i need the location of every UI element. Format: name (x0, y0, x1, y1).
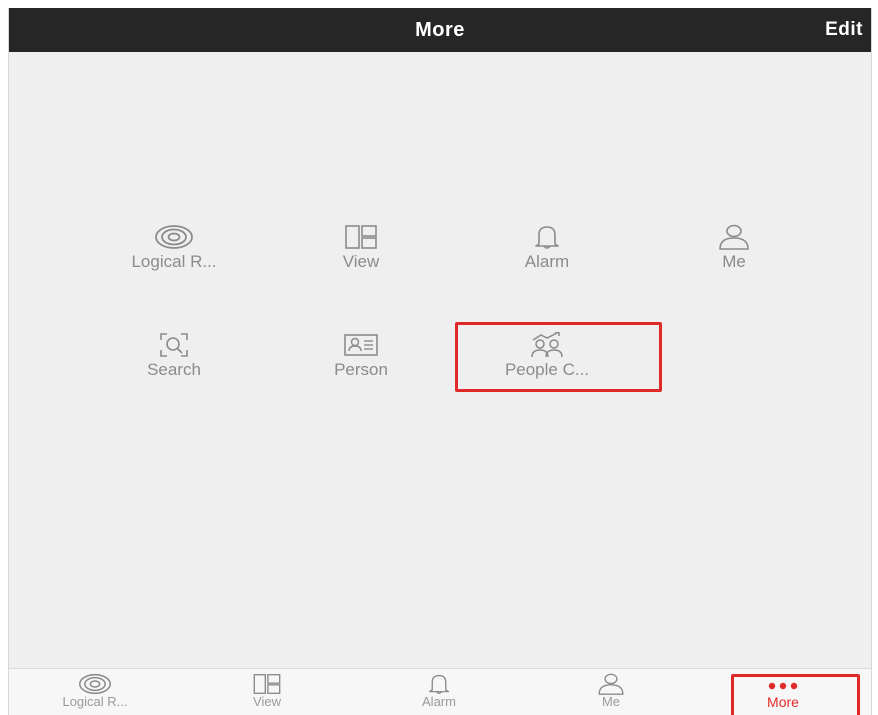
tab-label: Alarm (422, 694, 456, 709)
page-title: More (415, 19, 465, 41)
tab-logical-resources[interactable]: Logical R... (9, 669, 181, 715)
bell-icon (535, 226, 559, 249)
grid-item-label: Search (147, 360, 201, 379)
highlight-box-more-tab (731, 674, 860, 715)
target-icon (79, 673, 111, 695)
grid-item-person[interactable]: Person (271, 332, 451, 402)
grid-item-label: Me (722, 252, 746, 271)
person-icon (598, 673, 624, 695)
tab-label: View (253, 694, 281, 709)
tab-label: Me (601, 694, 621, 709)
grid-item-alarm[interactable]: Alarm (457, 224, 637, 294)
grid-item-me[interactable]: Me (644, 224, 824, 294)
face-scan-icon (160, 333, 188, 357)
bell-icon (429, 674, 449, 694)
grid-item-label: View (342, 252, 380, 271)
grid-item-label: Logical R... (131, 252, 217, 271)
tab-alarm[interactable]: Alarm (353, 669, 525, 715)
id-card-icon (344, 334, 378, 356)
grid-item-logical-resources[interactable]: Logical R... (84, 224, 264, 294)
grid-item-label: Alarm (524, 252, 570, 271)
header-bar: More Edit (9, 8, 871, 52)
tab-me[interactable]: Me (525, 669, 697, 715)
edit-button[interactable]: Edit (825, 8, 863, 52)
tab-label: Logical R... (62, 694, 128, 709)
grid-item-search[interactable]: Search (84, 332, 264, 402)
tab-view[interactable]: View (181, 669, 353, 715)
person-icon (719, 224, 749, 250)
target-icon (155, 225, 193, 249)
app-screen: More Edit Logical R... View Alarm Me Sea… (8, 8, 872, 715)
layout-grid-icon (345, 225, 377, 249)
layout-grid-icon (253, 674, 281, 694)
grid-item-view[interactable]: View (271, 224, 451, 294)
grid-item-label: Person (334, 360, 388, 379)
highlight-box-people-counting (455, 322, 662, 392)
